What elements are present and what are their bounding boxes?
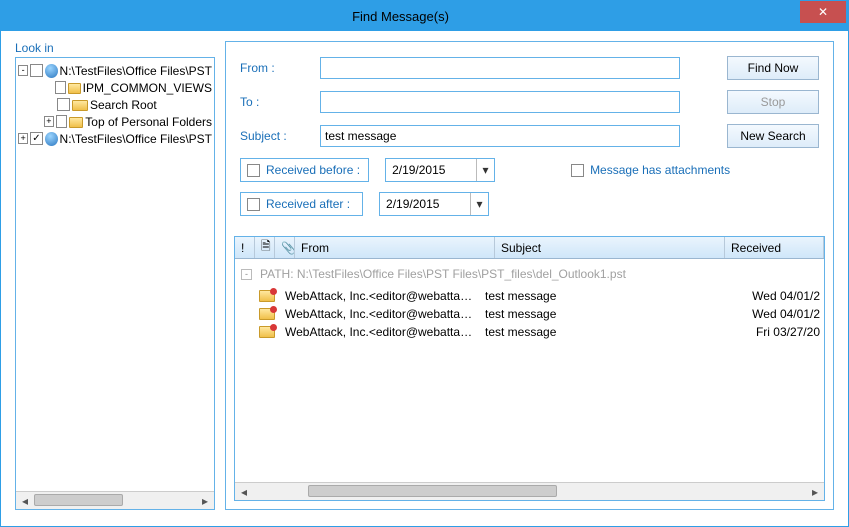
tree-checkbox[interactable] xyxy=(55,81,66,94)
result-row[interactable]: WebAttack, Inc.<editor@webattack.c... te… xyxy=(235,287,824,305)
received-before-date[interactable]: 2/19/2015 ▾ xyxy=(385,158,495,182)
from-input[interactable] xyxy=(320,57,680,79)
scroll-left-icon[interactable]: ◂ xyxy=(235,483,253,500)
col-from[interactable]: From xyxy=(295,237,495,258)
received-before-label: Received before : xyxy=(266,163,360,177)
tree-content: - N:\TestFiles\Office Files\PST IPM_COMM… xyxy=(16,58,214,491)
results-list: ! 🗎 📎 From Subject Received - PATH: N:\T… xyxy=(234,236,825,501)
tree-item-label: Search Root xyxy=(90,98,157,112)
collapse-group-icon[interactable]: - xyxy=(241,269,252,280)
new-search-button[interactable]: New Search xyxy=(727,124,819,148)
find-messages-window: Find Message(s) ✕ Look in - N:\TestFiles… xyxy=(0,0,849,527)
tree-item-label: Top of Personal Folders xyxy=(85,115,212,129)
mail-icon xyxy=(259,290,275,302)
tree-checkbox[interactable]: ✓ xyxy=(30,132,42,145)
folder-icon xyxy=(72,100,88,111)
results-header[interactable]: ! 🗎 📎 From Subject Received xyxy=(235,237,824,259)
titlebar[interactable]: Find Message(s) ✕ xyxy=(1,1,848,31)
has-attachments-group: Message has attachments xyxy=(571,163,730,177)
stop-button[interactable]: Stop xyxy=(727,90,819,114)
folder-icon xyxy=(69,117,83,128)
subject-label: Subject : xyxy=(240,129,310,143)
tree-item-label: N:\TestFiles\Office Files\PST xyxy=(60,64,212,78)
has-attachments-label: Message has attachments xyxy=(590,163,730,177)
tree-expand-icon[interactable]: + xyxy=(18,133,28,144)
chevron-down-icon[interactable]: ▾ xyxy=(476,159,494,181)
look-in-label: Look in xyxy=(15,41,215,55)
search-panel: From : Find Now To : Stop Subject : New … xyxy=(225,41,834,510)
from-label: From : xyxy=(240,61,310,75)
col-subject[interactable]: Subject xyxy=(495,237,725,258)
result-from: WebAttack, Inc.<editor@webattack.c... xyxy=(285,307,485,321)
close-button[interactable]: ✕ xyxy=(800,1,846,23)
look-in-panel: Look in - N:\TestFiles\Office Files\PST … xyxy=(15,41,215,510)
result-from: WebAttack, Inc.<editor@webattack.c... xyxy=(285,325,485,339)
to-input[interactable] xyxy=(320,91,680,113)
scroll-thumb[interactable] xyxy=(34,494,123,506)
mail-icon xyxy=(259,326,275,338)
result-received: Fri 03/27/20 xyxy=(715,325,824,339)
received-before-group: Received before : xyxy=(240,158,369,182)
content-area: Look in - N:\TestFiles\Office Files\PST … xyxy=(1,31,848,526)
scroll-right-icon[interactable]: ▸ xyxy=(196,492,214,509)
received-after-value: 2/19/2015 xyxy=(380,197,470,211)
col-importance[interactable]: ! xyxy=(235,237,255,258)
col-type[interactable]: 🗎 xyxy=(255,237,275,258)
received-after-label: Received after : xyxy=(266,197,350,211)
received-before-checkbox[interactable] xyxy=(247,164,260,177)
col-attachment[interactable]: 📎 xyxy=(275,237,295,258)
received-before-value: 2/19/2015 xyxy=(386,163,476,177)
mail-icon xyxy=(259,308,275,320)
chevron-down-icon[interactable]: ▾ xyxy=(470,193,488,215)
tree-item-label: IPM_COMMON_VIEWS xyxy=(83,81,212,95)
tree-checkbox[interactable] xyxy=(56,115,67,128)
page-icon: 🗎 xyxy=(261,237,271,258)
pst-file-icon xyxy=(45,132,58,146)
result-received: Wed 04/01/2 xyxy=(715,289,824,303)
results-horizontal-scrollbar[interactable]: ◂ ▸ xyxy=(235,482,824,500)
tree-item-label: N:\TestFiles\Office Files\PST xyxy=(60,132,212,146)
results-body[interactable]: - PATH: N:\TestFiles\Office Files\PST Fi… xyxy=(235,259,824,482)
tree-item[interactable]: - N:\TestFiles\Office Files\PST xyxy=(18,62,212,79)
tree-expand-icon[interactable]: + xyxy=(44,116,54,127)
result-subject: test message xyxy=(485,307,715,321)
result-received: Wed 04/01/2 xyxy=(715,307,824,321)
tree-item[interactable]: Search Root xyxy=(18,96,212,113)
received-after-group: Received after : xyxy=(240,192,363,216)
scroll-thumb[interactable] xyxy=(308,485,557,497)
window-title: Find Message(s) xyxy=(1,9,800,24)
tree-horizontal-scrollbar[interactable]: ◂ ▸ xyxy=(16,491,214,509)
paperclip-icon: 📎 xyxy=(281,241,295,255)
folder-icon xyxy=(68,83,81,94)
to-label: To : xyxy=(240,95,310,109)
scroll-track[interactable] xyxy=(253,483,806,500)
result-row[interactable]: WebAttack, Inc.<editor@webattack.c... te… xyxy=(235,305,824,323)
result-subject: test message xyxy=(485,289,715,303)
scroll-right-icon[interactable]: ▸ xyxy=(806,483,824,500)
subject-input[interactable] xyxy=(320,125,680,147)
tree-item[interactable]: IPM_COMMON_VIEWS xyxy=(18,79,212,96)
result-path-row[interactable]: - PATH: N:\TestFiles\Office Files\PST Fi… xyxy=(235,265,824,283)
pst-file-icon xyxy=(45,64,58,78)
result-subject: test message xyxy=(485,325,715,339)
received-after-date[interactable]: 2/19/2015 ▾ xyxy=(379,192,489,216)
tree-item[interactable]: + ✓ N:\TestFiles\Office Files\PST xyxy=(18,130,212,147)
has-attachments-checkbox[interactable] xyxy=(571,164,584,177)
result-from: WebAttack, Inc.<editor@webattack.c... xyxy=(285,289,485,303)
tree-collapse-icon[interactable]: - xyxy=(18,65,28,76)
search-form: From : Find Now To : Stop Subject : New … xyxy=(226,42,833,236)
scroll-left-icon[interactable]: ◂ xyxy=(16,492,34,509)
col-received[interactable]: Received xyxy=(725,237,824,258)
tree-checkbox[interactable] xyxy=(57,98,70,111)
tree-checkbox[interactable] xyxy=(30,64,42,77)
tree-item[interactable]: + Top of Personal Folders xyxy=(18,113,212,130)
find-now-button[interactable]: Find Now xyxy=(727,56,819,80)
result-path-text: PATH: N:\TestFiles\Office Files\PST File… xyxy=(260,267,626,281)
result-row[interactable]: WebAttack, Inc.<editor@webattack.c... te… xyxy=(235,323,824,341)
close-icon: ✕ xyxy=(818,5,828,19)
scroll-track[interactable] xyxy=(34,492,196,509)
received-after-checkbox[interactable] xyxy=(247,198,260,211)
folder-tree[interactable]: - N:\TestFiles\Office Files\PST IPM_COMM… xyxy=(15,57,215,510)
